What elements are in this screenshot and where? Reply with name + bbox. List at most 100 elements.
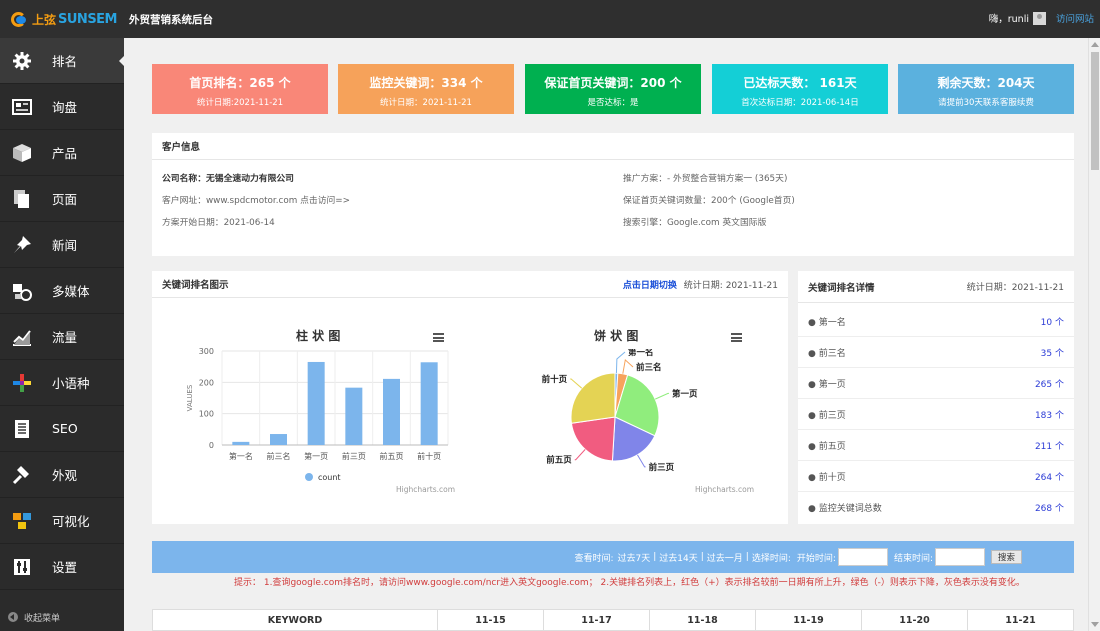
range-option-14-days[interactable]: 过去14天 — [659, 551, 697, 564]
end-time-input[interactable] — [934, 548, 985, 566]
detail-label: ● 第一名 — [808, 317, 846, 328]
keyword-count-row: 保证首页关键词数量：200个 (Google首页) — [623, 196, 795, 206]
chart-card-meta: 点击日期切换 统计日期: 2021-11-21 — [623, 278, 778, 291]
detail-row: ● 监控关键词总数 268 个 — [798, 492, 1074, 523]
sidebar-item-products[interactable]: 产品 — [0, 130, 124, 176]
column-header-date[interactable]: 11-19 — [756, 610, 862, 630]
collapse-menu-label: 收起菜单 — [24, 613, 61, 624]
bar-chart-credit[interactable]: Highcharts.com — [396, 485, 455, 494]
sidebar-item-seo[interactable]: SEO — [0, 406, 124, 452]
range-option-one-month[interactable]: 过去一月 — [707, 551, 743, 564]
pie-connector — [654, 392, 669, 400]
chart-date-label: 统计日期: 2021-11-21 — [683, 280, 778, 291]
start-time-input[interactable] — [837, 548, 888, 566]
x-tick-label: 前三名 — [267, 451, 291, 461]
column-header-date[interactable]: 11-18 — [650, 610, 756, 630]
column-header-date[interactable]: 11-21 — [968, 610, 1073, 630]
sidebar-item-visualization[interactable]: 可视化 — [0, 498, 124, 544]
document-icon — [0, 419, 44, 439]
search-button[interactable]: 搜索 — [990, 550, 1022, 564]
detail-value[interactable]: 265 个 — [1035, 377, 1064, 390]
visit-site-link[interactable]: 访问网站 — [1056, 11, 1094, 25]
top-bar: 上弦 SUNSEM 外贸营销系统后台 嗨，runli 访问网站 — [0, 0, 1100, 38]
pie-label: 前三名 — [636, 362, 662, 373]
bar — [345, 387, 363, 445]
detail-row: ● 前十页 264 个 — [798, 461, 1074, 492]
brand-name-en: SUNSEM — [58, 11, 117, 27]
sidebar-item-multimedia[interactable]: 多媒体 — [0, 268, 124, 314]
bar — [383, 378, 400, 445]
column-header-date[interactable]: 11-15 — [438, 610, 544, 630]
detail-value[interactable]: 10 个 — [1041, 315, 1064, 328]
pie-chart-menu-icon[interactable] — [731, 333, 742, 342]
brand-logo[interactable]: 上弦 SUNSEM — [10, 9, 117, 29]
page-scrollbar[interactable] — [1088, 38, 1100, 631]
sidebar-item-news[interactable]: 新闻 — [0, 222, 124, 268]
app-title: 外贸营销系统后台 — [129, 14, 213, 26]
scroll-thumb[interactable] — [1091, 52, 1099, 170]
x-tick-label: 第一页 — [304, 451, 328, 461]
card-title: 关键词排名图示 — [162, 280, 229, 291]
website-row[interactable]: 客户网址：www.spdcmotor.com 点击访问=> — [162, 193, 350, 206]
sidebar-item-label: 多媒体 — [52, 284, 90, 299]
company-row: 公司名称：无锡全速动力有限公司 — [162, 171, 294, 184]
company-label: 公司名称： — [162, 174, 206, 184]
range-option-7-days[interactable]: 过去7天 — [618, 551, 651, 564]
pie-chart-credit[interactable]: Highcharts.com — [695, 485, 754, 494]
main-content: 首页排名：265 个 统计日期:2021-11-21 监控关键词：334 个 统… — [124, 38, 1088, 631]
sidebar-item-languages[interactable]: 小语种 — [0, 360, 124, 406]
sidebar-item-traffic[interactable]: 流量 — [0, 314, 124, 360]
sidebar-item-pages[interactable]: 页面 — [0, 176, 124, 222]
scroll-up-icon[interactable] — [1091, 42, 1099, 47]
column-header-date[interactable]: 11-17 — [544, 610, 650, 630]
scroll-down-icon[interactable] — [1091, 622, 1099, 627]
date-filter-bar: 查看时间: 过去7天 | 过去14天 | 过去一月 | 选择时间: 开始时间: 结束时… — [152, 541, 1074, 573]
detail-row: ● 第一页 265 个 — [798, 368, 1074, 399]
stat-card-days-reached: 已达标天数： 161天 首次达标日期：2021-06-14日 — [712, 64, 888, 114]
bar-chart-menu-icon[interactable] — [433, 333, 444, 342]
sidebar-item-label: 设置 — [52, 560, 78, 575]
detail-card-heading: 关键词排名详情 统计日期：2021-11-21 — [798, 271, 1074, 303]
y-tick-label: 300 — [199, 347, 214, 356]
sidebar-item-label: 流量 — [52, 330, 78, 345]
x-tick-label: 第一名 — [229, 451, 253, 461]
detail-value[interactable]: 35 个 — [1041, 346, 1064, 359]
bar — [232, 441, 250, 445]
sidebar-item-inquiry[interactable]: 询盘 — [0, 84, 124, 130]
avatar[interactable] — [1032, 11, 1046, 25]
stat-card-homepage-rank: 首页排名：265 个 统计日期:2021-11-21 — [152, 64, 328, 114]
detail-label: ● 前三页 — [808, 410, 846, 421]
plan-row: 推广方案：- 外贸整合营销方案一 (365天) — [623, 174, 788, 184]
detail-value[interactable]: 268 个 — [1035, 501, 1064, 514]
column-header-keyword[interactable]: KEYWORD — [153, 610, 438, 630]
tip-text: 提示： 1.查询google.com排名时，请访问www.google.com/… — [234, 578, 1025, 588]
pie-chart-title: 饼 状 图 — [594, 329, 639, 343]
stat-subtitle: 请提前30天联系客服续费 — [938, 98, 1034, 108]
logo-mark-icon — [10, 10, 30, 28]
sidebar-item-appearance[interactable]: 外观 — [0, 452, 124, 498]
collapse-menu-button[interactable]: 收起菜单 — [0, 603, 124, 631]
search-engine-row: 搜索引擎：Google.com 英文国际版 — [623, 218, 767, 228]
language-icon — [0, 373, 44, 393]
sidebar-item-ranking[interactable]: 排名 — [0, 38, 125, 84]
date-switch-link[interactable]: 点击日期切换 — [623, 281, 677, 291]
ranking-table-header: KEYWORD 11-15 11-17 11-18 11-19 11-20 11… — [152, 609, 1074, 631]
sidebar-item-label: 页面 — [52, 192, 78, 207]
column-header-date[interactable]: 11-20 — [862, 610, 968, 630]
detail-value[interactable]: 211 个 — [1035, 439, 1064, 452]
detail-value[interactable]: 264 个 — [1035, 470, 1064, 483]
y-tick-label: 100 — [199, 410, 214, 419]
pie-connector — [574, 449, 586, 461]
y-axis-label: VALUES — [186, 384, 194, 411]
pin-icon — [0, 235, 44, 255]
sidebar-item-settings[interactable]: 设置 — [0, 544, 124, 590]
collapse-arrow-icon — [8, 612, 18, 622]
ranking-chart-card: 关键词排名图示 点击日期切换 统计日期: 2021-11-21 柱 状 图 0 1… — [152, 271, 788, 524]
media-icon — [0, 281, 44, 301]
detail-value[interactable]: 183 个 — [1035, 408, 1064, 421]
query-time-label: 查看时间: — [574, 553, 614, 564]
pie-label: 前五页 — [546, 455, 572, 466]
detail-label: ● 前五页 — [808, 441, 846, 452]
legend-marker — [305, 473, 313, 481]
user-greeting: 嗨，runli — [988, 14, 1029, 25]
